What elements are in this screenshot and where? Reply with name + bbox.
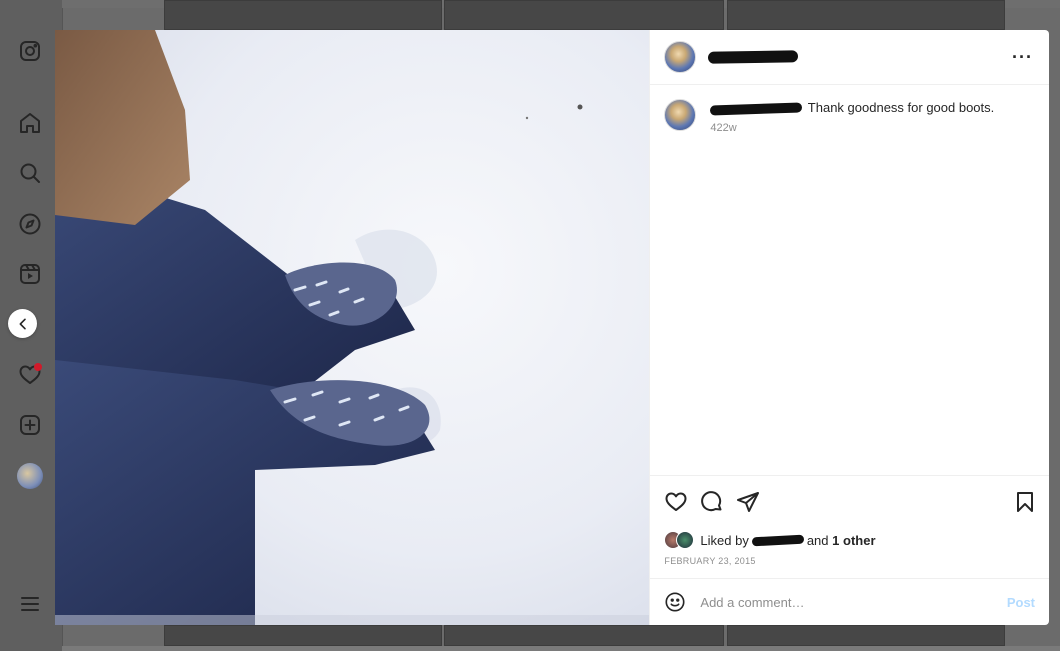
post-photo[interactable] <box>55 30 650 625</box>
background-grid-tile <box>164 625 442 646</box>
liker-avatar <box>676 531 695 549</box>
background-bottom-strip <box>62 646 1060 651</box>
liker-username-redacted[interactable] <box>751 534 805 546</box>
explore-icon[interactable] <box>17 211 43 237</box>
post-header: ··· <box>650 30 1049 85</box>
background-grid-tile <box>727 0 1005 30</box>
previous-post-button[interactable] <box>8 309 37 338</box>
comments-section: Thank goodness for good boots. 422w <box>650 85 1049 475</box>
profile-avatar[interactable] <box>17 463 43 489</box>
background-grid-tile <box>164 0 442 30</box>
liked-by-label: Liked by <box>700 532 749 548</box>
author-username-redacted[interactable] <box>708 50 799 64</box>
like-icon[interactable] <box>664 490 688 514</box>
likes-others-link[interactable]: 1 other <box>832 533 875 548</box>
background-grid-tile <box>727 625 1005 646</box>
menu-icon[interactable] <box>17 591 43 617</box>
add-comment-bar: Post <box>650 578 1049 625</box>
post-modal: ··· Thank goodness for good boots. 422w <box>55 30 1049 625</box>
search-icon[interactable] <box>17 160 43 186</box>
more-options-button[interactable]: ··· <box>1012 48 1033 66</box>
post-details-panel: ··· Thank goodness for good boots. 422w <box>649 30 1049 625</box>
share-icon[interactable] <box>736 490 760 514</box>
snow-boots-photo <box>55 30 650 625</box>
caption-row: Thank goodness for good boots. 422w <box>664 99 1033 137</box>
bookmark-icon[interactable] <box>1013 490 1037 514</box>
author-avatar[interactable] <box>664 41 697 73</box>
likes-and-label: and <box>806 532 829 548</box>
likes-summary: Liked by and 1 other <box>650 528 1049 552</box>
post-date: FEBRUARY 23, 2015 <box>664 556 756 566</box>
action-bar <box>650 475 1049 528</box>
comment-icon[interactable] <box>700 490 724 514</box>
caption-author-avatar[interactable] <box>664 99 697 131</box>
reels-icon[interactable] <box>17 261 43 287</box>
background-grid-tile <box>444 625 724 646</box>
home-icon[interactable] <box>17 110 43 136</box>
caption-text: Thank goodness for good boots. <box>807 100 995 115</box>
post-comment-button[interactable]: Post <box>1007 595 1035 610</box>
caption-body: Thank goodness for good boots. 422w <box>710 99 994 137</box>
emoji-icon[interactable] <box>664 591 686 613</box>
create-icon[interactable] <box>17 412 43 438</box>
notification-dot <box>34 363 42 371</box>
background-grid-tile <box>444 0 724 30</box>
caption-username-redacted[interactable] <box>710 101 803 116</box>
instagram-icon[interactable] <box>17 38 43 64</box>
comment-input[interactable] <box>698 593 1007 611</box>
caption-time-ago[interactable]: 422w <box>710 119 994 137</box>
chevron-left-icon <box>19 318 26 329</box>
